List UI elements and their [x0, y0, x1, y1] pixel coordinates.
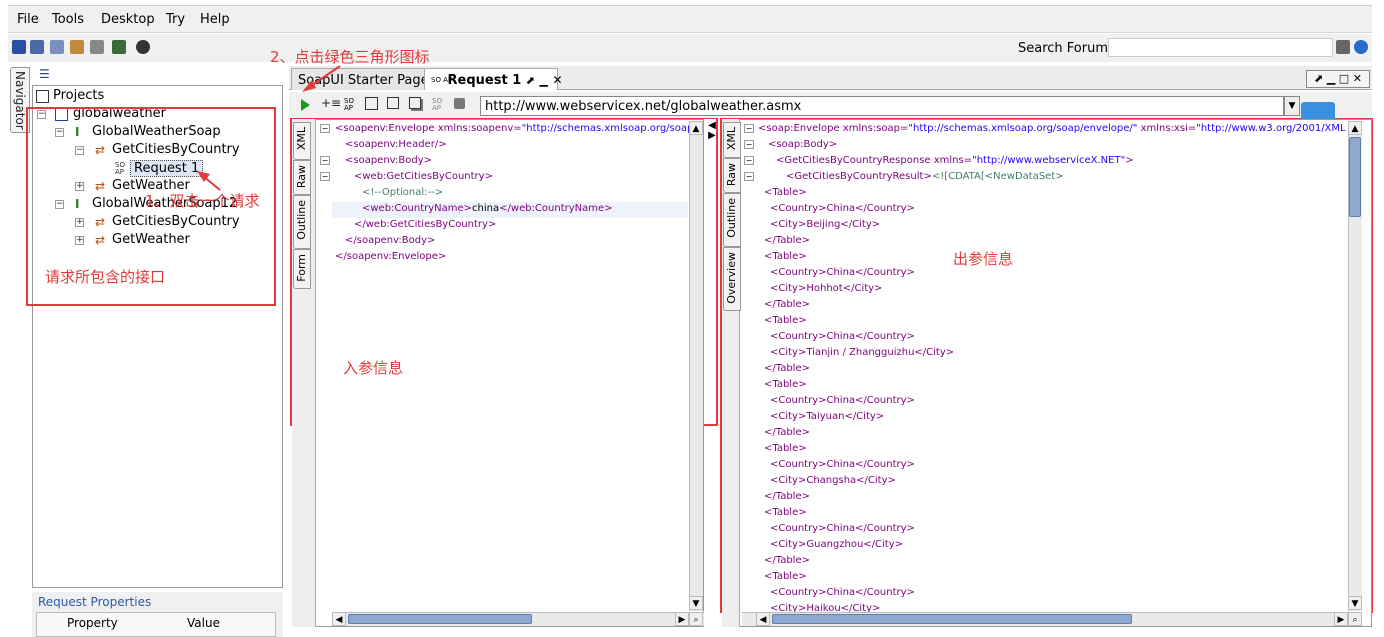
annotation-arrows: [197, 65, 341, 191]
arrowhead: [302, 80, 316, 92]
